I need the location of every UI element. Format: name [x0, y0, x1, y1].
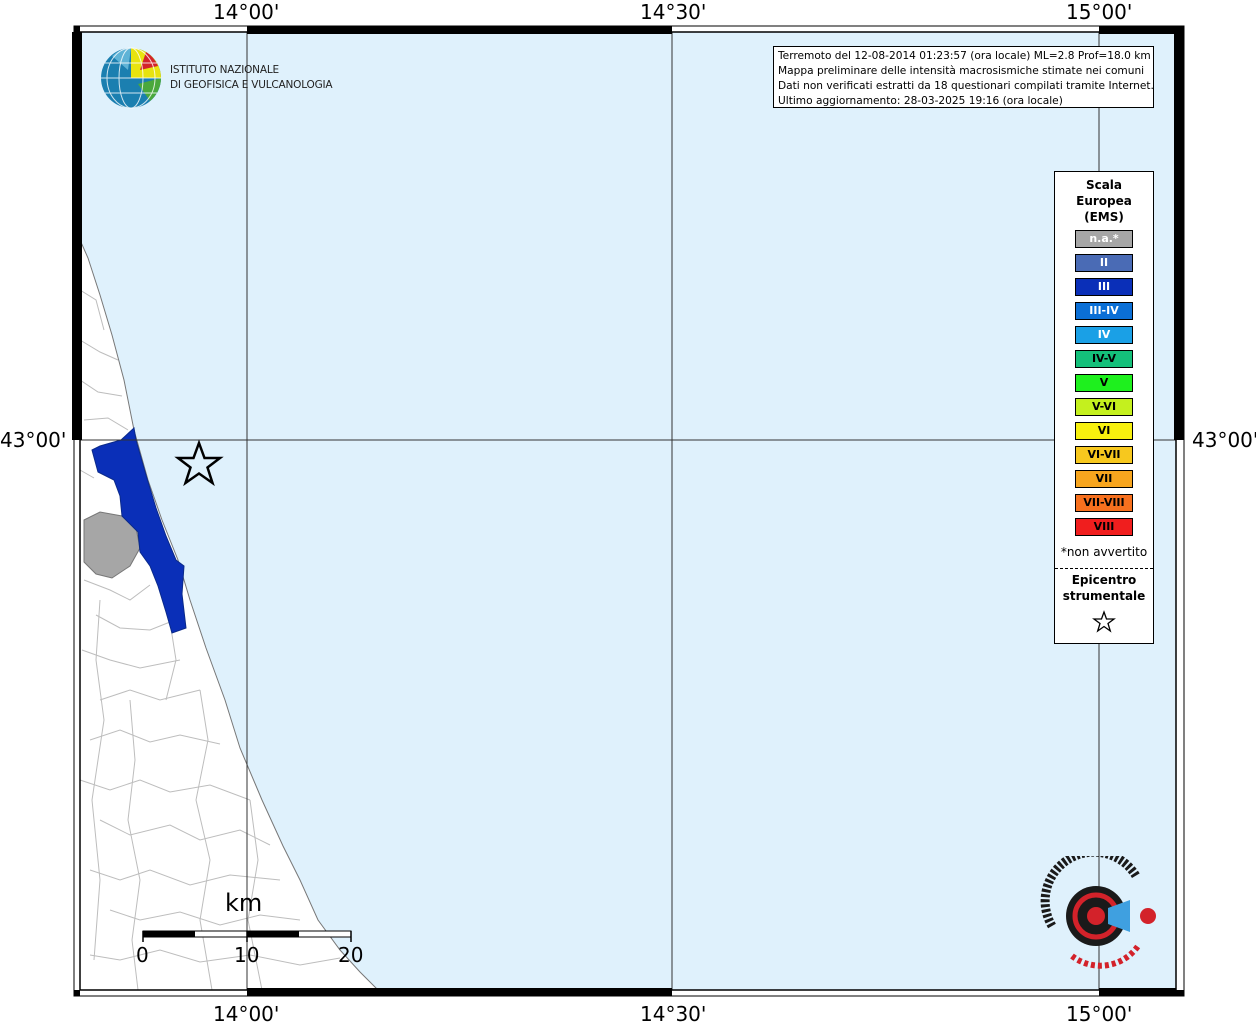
legend-swatch: V-VI	[1075, 398, 1133, 416]
lon-label-14-30-bottom: 14°30'	[640, 1002, 707, 1026]
scale-tick-20: 20	[338, 943, 364, 967]
lon-label-14-00-top: 14°00'	[213, 0, 280, 24]
lon-label-15-00-top: 15°00'	[1066, 0, 1133, 24]
legend-divider	[1055, 568, 1153, 569]
legend-title-line-1: Scala	[1085, 178, 1123, 192]
legend-epicenter-line-2: strumentale	[1062, 589, 1146, 603]
lat-label-43-00-right: 43°00'	[1192, 428, 1256, 452]
scale-tick-0: 0	[136, 943, 149, 967]
lon-label-15-00-bottom: 15°00'	[1066, 1002, 1133, 1026]
legend-swatch: VI	[1075, 422, 1133, 440]
haisentitoilterremoto-logo-icon	[1040, 856, 1156, 969]
logo-line-1: ISTITUTO NAZIONALE	[170, 64, 279, 76]
ems-legend: Scala Europea (EMS) n.a.* II III III-IV IV IV…	[1054, 171, 1154, 644]
legend-swatch: VII	[1075, 470, 1133, 488]
legend-swatch: VII-VIII	[1075, 494, 1133, 512]
legend-swatch: IV	[1075, 326, 1133, 344]
legend-epicenter-line-1: Epicentro	[1071, 573, 1137, 587]
scale-unit: km	[225, 889, 263, 917]
info-line-map: Mappa preliminare delle intensità macros…	[778, 65, 1145, 77]
legend-title-line-3: (EMS)	[1084, 210, 1124, 224]
info-line-updated: Ultimo aggiornamento: 28-03-2025 19:16 (…	[778, 95, 1063, 107]
lon-label-14-30-top: 14°30'	[640, 0, 707, 24]
legend-swatch: IV-V	[1075, 350, 1133, 368]
lat-label-43-00-left: 43°00'	[0, 428, 67, 452]
legend-title-line-2: Europea	[1076, 194, 1132, 208]
info-line-event: Terremoto del 12-08-2014 01:23:57 (ora l…	[778, 50, 1151, 62]
legend-swatch: III	[1075, 278, 1133, 296]
info-line-data: Dati non verificati estratti da 18 quest…	[778, 80, 1154, 92]
lon-label-14-00-bottom: 14°00'	[213, 1002, 280, 1026]
legend-swatch: VIII	[1075, 518, 1133, 536]
logo-line-2: DI GEOFISICA E VULCANOLOGIA	[170, 79, 333, 91]
legend-swatch: VI-VII	[1075, 446, 1133, 464]
legend-swatch: III-IV	[1075, 302, 1133, 320]
legend-swatch: n.a.*	[1075, 230, 1133, 248]
ingv-logo-text: ISTITUTO NAZIONALE DI GEOFISICA E VULCAN…	[170, 63, 333, 93]
legend-swatch: II	[1075, 254, 1133, 272]
legend-note: *non avvertito	[1060, 545, 1148, 559]
legend-title: Scala Europea (EMS)	[1055, 177, 1153, 225]
legend-epicenter-label: Epicentro strumentale	[1055, 572, 1153, 604]
scale-tick-10: 10	[234, 943, 260, 967]
star-icon	[1092, 610, 1116, 633]
ingv-globe-icon	[101, 47, 161, 109]
legend-swatch: V	[1075, 374, 1133, 392]
event-info-box: Terremoto del 12-08-2014 01:23:57 (ora l…	[773, 46, 1154, 108]
